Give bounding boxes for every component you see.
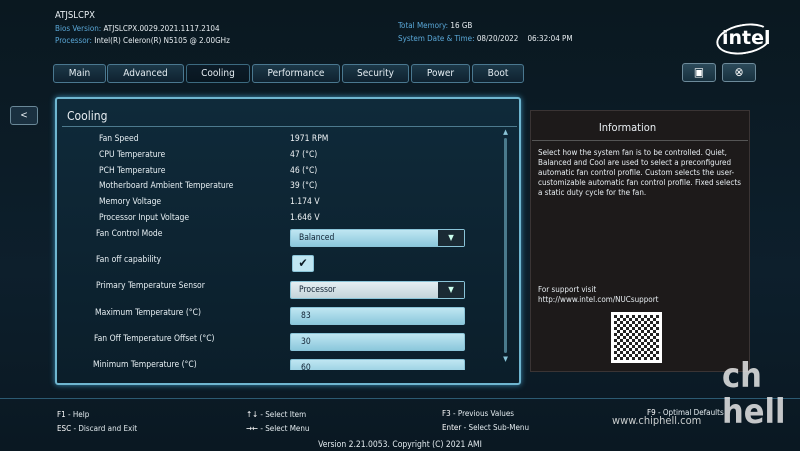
hint-f1: F1 - Help xyxy=(57,410,89,419)
hint-f3-text: - Previous Values xyxy=(450,409,515,418)
mem-voltage-value: 1.174 V xyxy=(290,197,320,207)
hint-leftright: →← - Select Menu xyxy=(246,424,310,433)
footer-divider xyxy=(0,398,800,399)
pch-temp-label: PCH Temperature xyxy=(99,166,166,176)
memory-value: 16 GB xyxy=(450,21,473,30)
hint-updown: ↑↓ - Select Item xyxy=(246,410,306,419)
bios-version: ATJSLCPX.0029.2021.1117.2104 xyxy=(103,24,220,33)
scrollbar-thumb[interactable] xyxy=(504,138,507,353)
qr-code-icon xyxy=(611,312,662,363)
hint-enter-text: - Select Sub-Menu xyxy=(461,423,530,432)
fan-mode-dropdown[interactable]: Balanced ▼ xyxy=(290,229,465,247)
min-temp-input[interactable]: 60 xyxy=(290,359,465,370)
tab-main[interactable]: Main xyxy=(53,64,106,83)
title-divider xyxy=(62,126,517,127)
key-enter: Enter xyxy=(442,423,462,432)
model-name: ATJSLCPX xyxy=(55,10,96,21)
hint-f1-text: - Help xyxy=(65,410,90,419)
datetime-label: System Date & Time: xyxy=(398,34,475,43)
mb-temp-label: Motherboard Ambient Temperature xyxy=(99,181,234,191)
offset-input[interactable]: 30 xyxy=(290,333,465,351)
hint-updown-text: - Select Item xyxy=(258,410,307,419)
max-temp-label: Maximum Temperature (°C) xyxy=(95,308,201,318)
fan-speed-label: Fan Speed xyxy=(99,134,139,144)
cpu-temp-label: CPU Temperature xyxy=(99,150,166,160)
hint-enter: Enter - Select Sub-Menu xyxy=(442,423,529,432)
exit-icon[interactable]: ⊗ xyxy=(722,63,756,82)
back-button[interactable]: < xyxy=(10,106,38,125)
info-text: Select how the system fan is to be contr… xyxy=(538,148,741,197)
support-text: For support visit xyxy=(538,285,597,294)
version-text: Version 2.21.0053. Copyright (C) 2021 AM… xyxy=(318,440,482,450)
fan-off-checkbox[interactable]: ✔ xyxy=(292,255,314,272)
sensor-value: Processor xyxy=(299,285,336,295)
processor-label: Processor: xyxy=(55,36,92,45)
fan-mode-value: Balanced xyxy=(299,233,335,243)
time-value: 06:32:04 PM xyxy=(527,34,573,43)
min-temp-label: Minimum Temperature (°C) xyxy=(93,360,197,370)
key-f1: F1 xyxy=(57,410,66,419)
key-esc: ESC xyxy=(57,424,72,433)
scrollbar[interactable]: ▲ ▼ xyxy=(502,128,509,368)
cpu-temp-value: 47 (°C) xyxy=(290,150,318,160)
chevron-down-icon: ▼ xyxy=(438,282,464,298)
tab-boot[interactable]: Boot xyxy=(472,64,524,83)
tab-power[interactable]: Power xyxy=(411,64,470,83)
fan-mode-label: Fan Control Mode xyxy=(96,229,163,239)
date-value: 08/20/2022 xyxy=(476,34,519,43)
mb-temp-value: 39 (°C) xyxy=(290,181,318,191)
scroll-down-icon[interactable]: ▼ xyxy=(502,355,509,363)
pch-temp-value: 46 (°C) xyxy=(290,166,318,176)
support-url[interactable]: http://www.intel.com/NUCsupport xyxy=(538,295,658,304)
chevron-down-icon: ▼ xyxy=(438,230,464,246)
key-leftright: →← xyxy=(246,424,259,433)
offset-label: Fan Off Temperature Offset (°C) xyxy=(94,334,215,344)
sensor-label: Primary Temperature Sensor xyxy=(96,281,205,291)
key-updown: ↑↓ xyxy=(246,410,259,419)
watermark-text: www.chiphell.com xyxy=(612,414,702,427)
info-title: Information xyxy=(598,121,657,134)
chiphell-logo: ch hell xyxy=(722,356,786,432)
tab-performance[interactable]: Performance xyxy=(252,64,340,83)
processor-value: Intel(R) Celeron(R) N5105 @ 2.00GHz xyxy=(94,36,230,45)
hint-esc-text: - Discard and Exit xyxy=(71,424,138,433)
intel-logo-text: intel xyxy=(722,27,771,49)
hint-esc: ESC - Discard and Exit xyxy=(57,424,137,433)
tab-advanced[interactable]: Advanced xyxy=(107,64,184,83)
tab-cooling[interactable]: Cooling xyxy=(186,64,250,83)
key-f3: F3 xyxy=(442,409,451,418)
fan-speed-value: 1971 RPM xyxy=(290,134,329,144)
info-divider xyxy=(532,140,748,141)
hint-f3: F3 - Previous Values xyxy=(442,409,514,418)
proc-voltage-label: Processor Input Voltage xyxy=(99,213,190,223)
max-temp-input[interactable]: 83 xyxy=(290,307,465,325)
bios-label: Bios Version: xyxy=(55,24,102,33)
panel-title: Cooling xyxy=(67,109,108,123)
sensor-dropdown[interactable]: Processor ▼ xyxy=(290,281,465,299)
min-temp-clip: 60 xyxy=(290,359,465,370)
save-icon[interactable]: ▣ xyxy=(682,63,716,82)
tab-security[interactable]: Security xyxy=(342,64,409,83)
memory-label: Total Memory: xyxy=(398,21,449,30)
proc-voltage-value: 1.646 V xyxy=(290,213,320,223)
hint-leftright-text: - Select Menu xyxy=(258,424,310,433)
scroll-up-icon[interactable]: ▲ xyxy=(502,128,509,136)
mem-voltage-label: Memory Voltage xyxy=(99,197,162,207)
fan-off-label: Fan off capability xyxy=(96,255,162,265)
